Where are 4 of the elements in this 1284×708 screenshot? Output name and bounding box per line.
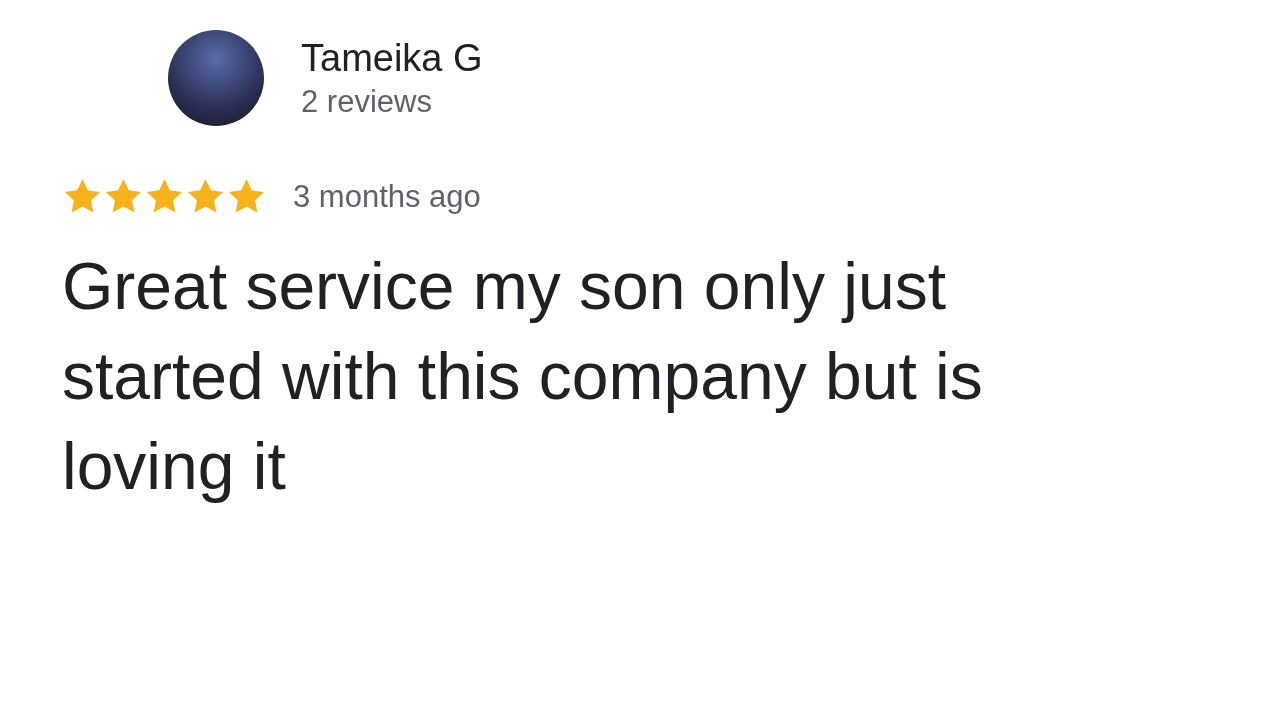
reviewer-name: Tameika G: [301, 36, 483, 81]
review-count: 2 reviews: [301, 83, 433, 121]
review-text: Great service my son only just started with this company but is loving it: [62, 248, 984, 505]
review-time: 3 months ago: [293, 178, 481, 215]
